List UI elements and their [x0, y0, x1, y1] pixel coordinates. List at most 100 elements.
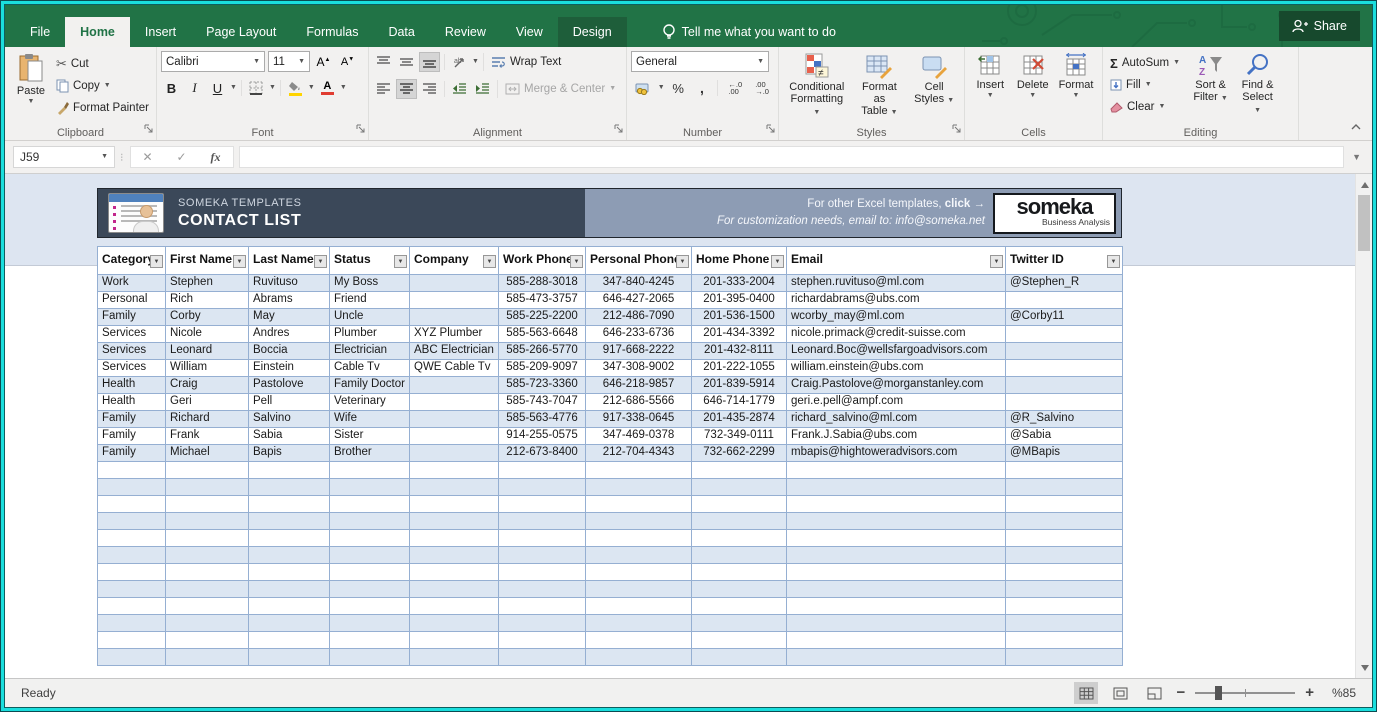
cell[interactable]: ABC Electrician	[410, 343, 499, 360]
orientation-button[interactable]: ab	[449, 52, 470, 72]
cell[interactable]: Pell	[249, 394, 330, 411]
cell[interactable]	[330, 462, 410, 479]
cell-styles-button[interactable]: CellStyles ▼	[908, 51, 960, 124]
cell[interactable]	[499, 649, 586, 666]
cell[interactable]: Leonard.Boc@wellsfargoadvisors.com	[787, 343, 1006, 360]
header-cell-status[interactable]: Status▼	[330, 247, 410, 275]
scroll-down-button[interactable]	[1356, 659, 1372, 676]
cell[interactable]	[692, 479, 787, 496]
percent-button[interactable]: %	[668, 78, 689, 98]
cell[interactable]: 646-218-9857	[586, 377, 692, 394]
cell[interactable]	[692, 462, 787, 479]
header-cell-email[interactable]: Email▼	[787, 247, 1006, 275]
font-name-select[interactable]: Calibri▼	[161, 51, 265, 72]
cell[interactable]	[499, 530, 586, 547]
zoom-out-button[interactable]: −	[1176, 686, 1185, 700]
cell[interactable]: @MBapis	[1006, 445, 1123, 462]
cell[interactable]: Rich	[166, 292, 249, 309]
cell[interactable]	[98, 598, 166, 615]
cell[interactable]	[330, 598, 410, 615]
cell[interactable]	[166, 462, 249, 479]
copy-button[interactable]: Copy▼	[53, 75, 152, 97]
cell[interactable]: 347-308-9002	[586, 360, 692, 377]
cell[interactable]: 212-673-8400	[499, 445, 586, 462]
fill-color-dropdown-icon[interactable]: ▼	[308, 85, 315, 91]
cell[interactable]: Friend	[330, 292, 410, 309]
font-color-dropdown-icon[interactable]: ▼	[340, 85, 347, 91]
tab-design[interactable]: Design	[558, 17, 627, 47]
cell[interactable]	[1006, 394, 1123, 411]
cell[interactable]	[410, 615, 499, 632]
cell[interactable]: Bapis	[249, 445, 330, 462]
zoom-slider[interactable]	[1195, 686, 1295, 700]
cell[interactable]	[98, 513, 166, 530]
scroll-thumb[interactable]	[1358, 195, 1370, 251]
italic-button[interactable]: I	[184, 78, 205, 98]
promo-line-1[interactable]: For other Excel templates, click →	[717, 196, 985, 213]
zoom-in-button[interactable]: +	[1305, 686, 1314, 700]
font-size-select[interactable]: 11▼	[268, 51, 310, 72]
cell[interactable]	[330, 649, 410, 666]
cell[interactable]: Salvino	[249, 411, 330, 428]
cell[interactable]	[1006, 581, 1123, 598]
cell[interactable]	[410, 496, 499, 513]
cell[interactable]	[166, 649, 249, 666]
cell[interactable]: Craig	[166, 377, 249, 394]
merge-center-button[interactable]: Merge & Center ▼	[502, 78, 619, 100]
cell[interactable]: 585-743-7047	[499, 394, 586, 411]
cell[interactable]	[166, 581, 249, 598]
cell[interactable]	[410, 394, 499, 411]
cell[interactable]	[410, 598, 499, 615]
align-right-icon[interactable]	[419, 79, 440, 99]
cell[interactable]	[499, 496, 586, 513]
filter-dropdown-button[interactable]: ▼	[394, 255, 407, 268]
cell[interactable]	[499, 581, 586, 598]
cell[interactable]	[249, 530, 330, 547]
number-dialog-launcher[interactable]	[766, 120, 775, 138]
header-cell-work-phone[interactable]: Work Phone▼	[499, 247, 586, 275]
align-left-icon[interactable]	[373, 79, 394, 99]
insert-button[interactable]: Insert ▼	[969, 51, 1012, 124]
alignment-dialog-launcher[interactable]	[614, 120, 623, 138]
decrease-decimal-button[interactable]: .00→.0	[750, 78, 774, 98]
cell[interactable]	[499, 513, 586, 530]
page-break-view-button[interactable]	[1142, 682, 1166, 704]
cell[interactable]: william.einstein@ubs.com	[787, 360, 1006, 377]
tab-insert[interactable]: Insert	[130, 17, 191, 47]
cell[interactable]: Family	[98, 309, 166, 326]
cell[interactable]	[410, 564, 499, 581]
cell[interactable]	[410, 547, 499, 564]
comma-button[interactable]: ,	[692, 78, 713, 98]
cell[interactable]	[410, 513, 499, 530]
cell[interactable]: stephen.ruvituso@ml.com	[787, 275, 1006, 292]
tab-view[interactable]: View	[501, 17, 558, 47]
cell[interactable]: Services	[98, 326, 166, 343]
autosum-button[interactable]: ΣAutoSum▼	[1107, 52, 1183, 74]
delete-button[interactable]: Delete ▼	[1012, 51, 1055, 124]
cell[interactable]: 646-233-6736	[586, 326, 692, 343]
cell[interactable]: 917-338-0645	[586, 411, 692, 428]
cell[interactable]	[249, 649, 330, 666]
decrease-indent-icon[interactable]	[449, 79, 470, 99]
cell[interactable]	[1006, 479, 1123, 496]
cell[interactable]	[249, 496, 330, 513]
cell[interactable]: Work	[98, 275, 166, 292]
cell[interactable]	[787, 496, 1006, 513]
tab-page-layout[interactable]: Page Layout	[191, 17, 291, 47]
cell[interactable]	[586, 479, 692, 496]
cell[interactable]: 585-563-6648	[499, 326, 586, 343]
cell[interactable]: QWE Cable Tv	[410, 360, 499, 377]
cell[interactable]: 212-704-4343	[586, 445, 692, 462]
cell[interactable]	[586, 615, 692, 632]
cell[interactable]: Craig.Pastolove@morganstanley.com	[787, 377, 1006, 394]
cell[interactable]	[787, 581, 1006, 598]
decrease-font-button[interactable]: A▼	[337, 52, 358, 72]
cell[interactable]	[586, 530, 692, 547]
cell[interactable]	[586, 462, 692, 479]
cell[interactable]	[1006, 564, 1123, 581]
cell[interactable]	[692, 496, 787, 513]
number-format-select[interactable]: General▼	[631, 51, 769, 72]
format-painter-button[interactable]: Format Painter	[53, 97, 152, 119]
cell[interactable]	[410, 581, 499, 598]
filter-dropdown-button[interactable]: ▼	[150, 255, 163, 268]
